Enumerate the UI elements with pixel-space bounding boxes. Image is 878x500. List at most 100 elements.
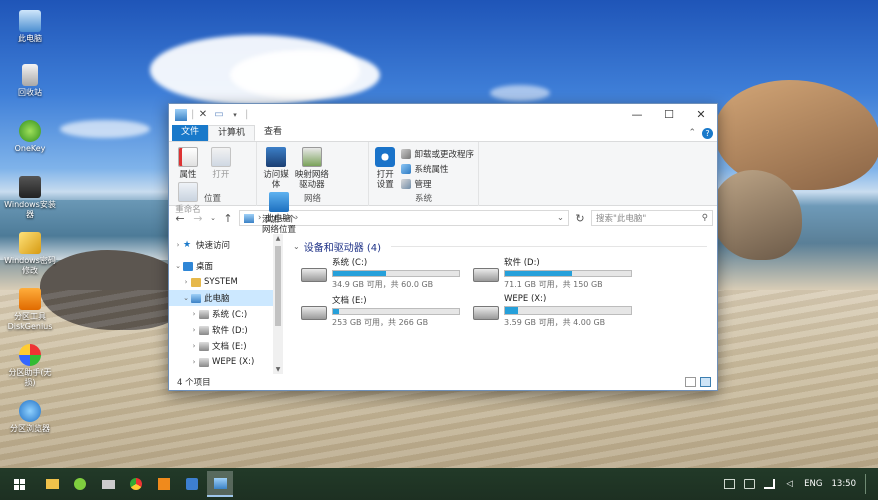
desktop-icon-onekey[interactable]: OneKey — [3, 120, 57, 154]
address-history-dropdown[interactable]: ⌄ — [557, 213, 564, 223]
cloud — [60, 120, 150, 138]
search-icon: ⚲ — [701, 213, 708, 223]
expand-arrow-icon[interactable]: › — [173, 241, 183, 249]
minimize-button[interactable]: — — [621, 105, 653, 125]
drive-free-space: 34.9 GB 可用，共 60.0 GB — [332, 280, 434, 289]
large-icons-view-icon[interactable] — [700, 377, 711, 387]
network-icon[interactable] — [764, 479, 776, 489]
manage-button[interactable]: 管理 — [401, 176, 474, 191]
refresh-icon[interactable]: ↻ — [573, 212, 587, 225]
expand-arrow-icon[interactable]: › — [181, 278, 191, 286]
nav-item-drive-d[interactable]: › 软件 (D:) — [169, 322, 273, 338]
nav-item-drive-x[interactable]: › WEPE (X:) — [169, 354, 273, 370]
collapse-arrow-icon[interactable]: ⌄ — [181, 294, 191, 302]
tab-file[interactable]: 文件 — [172, 125, 209, 141]
hard-drive-icon — [301, 306, 327, 320]
view-switcher — [685, 377, 717, 387]
nav-item-this-pc[interactable]: ⌄ 此电脑 — [169, 290, 273, 306]
manage-label: 管理 — [414, 179, 432, 190]
drive-name: 软件 (D:) — [504, 258, 540, 268]
chevron-down-icon[interactable]: ⌄ — [209, 214, 217, 222]
system-properties-button[interactable]: 系统属性 — [401, 161, 474, 176]
start-button[interactable] — [6, 471, 32, 497]
rename-icon[interactable]: ▭ — [213, 109, 225, 121]
desktop-icon-this-pc[interactable]: 此电脑 — [3, 10, 57, 44]
drive-icon — [199, 357, 209, 367]
uninstall-button[interactable]: 卸载或更改程序 — [401, 146, 474, 161]
navigation-pane: › ★ 快速访问 ⌄ 桌面 › SYSTEM ⌄ 此电脑 › 系统 (C:) ›… — [169, 234, 273, 374]
show-desktop-button[interactable] — [865, 474, 868, 494]
drive-free-space: 253 GB 可用，共 266 GB — [332, 318, 429, 327]
access-media-label: 访问媒体 — [263, 170, 289, 190]
open-settings-label: 打开设置 — [376, 170, 394, 190]
help-icon[interactable]: ? — [702, 127, 713, 139]
desktop-icon-recycle-bin[interactable]: 回收站 — [3, 64, 57, 98]
drive-tile-e[interactable]: 文档 (E:) 253 GB 可用，共 266 GB — [301, 294, 471, 328]
properties-button[interactable]: 属性 — [173, 145, 203, 180]
section-divider — [391, 245, 707, 247]
nav-item-quick-access[interactable]: › ★ 快速访问 — [169, 237, 273, 253]
drive-icon — [199, 309, 209, 319]
drive-tile-d[interactable]: 软件 (D:) 71.1 GB 可用，共 150 GB — [473, 256, 643, 290]
monitor-icon[interactable] — [724, 479, 736, 489]
map-drive-button[interactable]: 映射网络驱动器 — [294, 145, 330, 190]
tab-computer[interactable]: 计算机 — [208, 125, 256, 141]
expand-arrow-icon[interactable]: › — [189, 342, 199, 350]
chevron-down-icon[interactable]: ▾ — [229, 109, 241, 121]
search-input[interactable]: 搜索"此电脑" ⚲ — [591, 210, 713, 226]
taskbar-app-browser[interactable] — [123, 471, 149, 497]
desktop-icon-windows-installer[interactable]: Windows安装器 — [3, 176, 57, 220]
clock[interactable]: 13:50 — [832, 479, 857, 489]
open-button[interactable]: 打开 — [206, 145, 236, 180]
taskbar-app-installer[interactable] — [95, 471, 121, 497]
nav-pane-scrollbar[interactable]: ▲ ▼ — [273, 234, 283, 374]
computer-icon — [244, 213, 254, 223]
taskbar-app-onekey[interactable] — [67, 471, 93, 497]
ribbon-group-system: 打开设置 卸载或更改程序 系统属性 管理 系统 — [369, 142, 479, 206]
close-button[interactable]: ✕ — [685, 105, 717, 125]
taskbar-app-diskgenius[interactable] — [151, 471, 177, 497]
scroll-up-icon[interactable]: ▲ — [273, 235, 283, 242]
maximize-button[interactable]: ☐ — [653, 105, 685, 125]
system-properties-label: 系统属性 — [414, 164, 449, 175]
up-arrow-icon[interactable]: ↑ — [221, 212, 235, 225]
collapse-arrow-icon[interactable]: ⌄ — [173, 262, 183, 270]
chevron-up-icon[interactable]: ⌃ — [688, 128, 696, 138]
add-location-label: 添加一个网络位置 — [261, 215, 296, 235]
volume-icon[interactable]: ◁ — [784, 479, 795, 489]
desktop-icon-password[interactable]: Windows密码修改 — [3, 232, 57, 276]
desktop-icon-browser[interactable]: 分区浏览器 — [3, 400, 57, 434]
collapse-arrow-icon[interactable]: ⌄ — [293, 242, 300, 251]
language-indicator[interactable]: ENG — [804, 479, 822, 489]
nav-item-system-user[interactable]: › SYSTEM — [169, 274, 273, 290]
taskbar-app-file-manager[interactable] — [39, 471, 65, 497]
scroll-down-icon[interactable]: ▼ — [273, 366, 283, 373]
expand-arrow-icon[interactable]: › — [189, 326, 199, 334]
open-icon — [210, 147, 231, 167]
access-media-button[interactable]: 访问媒体 — [261, 145, 291, 190]
details-view-icon[interactable] — [685, 377, 696, 387]
tab-view[interactable]: 查看 — [255, 125, 291, 141]
hard-drive-icon — [473, 306, 499, 320]
uninstall-icon — [401, 148, 412, 159]
desktop-icon-diskgenius[interactable]: 分区工具DiskGenius — [3, 288, 57, 332]
nav-item-label: 此电脑 — [204, 294, 230, 304]
drive-tile-c[interactable]: 系统 (C:) 34.9 GB 可用，共 60.0 GB — [301, 256, 471, 290]
explorer-app-icon[interactable] — [175, 108, 187, 121]
taskbar-app-explorer[interactable] — [207, 471, 233, 497]
drive-tile-x[interactable]: WEPE (X:) 3.59 GB 可用，共 4.00 GB — [473, 294, 643, 328]
delete-icon[interactable]: ✕ — [197, 109, 209, 121]
nav-item-drive-e[interactable]: › 文档 (E:) — [169, 338, 273, 354]
desktop-icon-partition-assistant[interactable]: 分区助手(无损) — [3, 344, 57, 388]
desktop-icon-label: 回收站 — [18, 88, 42, 97]
pipe-separator-icon: | — [245, 108, 249, 120]
pipe-separator-icon: | — [191, 108, 195, 120]
section-header-devices[interactable]: ⌄ 设备和驱动器 (4) — [293, 238, 707, 254]
nav-item-drive-c[interactable]: › 系统 (C:) — [169, 306, 273, 322]
expand-arrow-icon[interactable]: › — [189, 358, 199, 366]
scrollbar-thumb[interactable] — [275, 246, 281, 326]
display-icon[interactable] — [744, 479, 756, 489]
taskbar-app-partition[interactable] — [179, 471, 205, 497]
nav-item-desktop[interactable]: ⌄ 桌面 — [169, 258, 273, 274]
expand-arrow-icon[interactable]: › — [189, 310, 199, 318]
